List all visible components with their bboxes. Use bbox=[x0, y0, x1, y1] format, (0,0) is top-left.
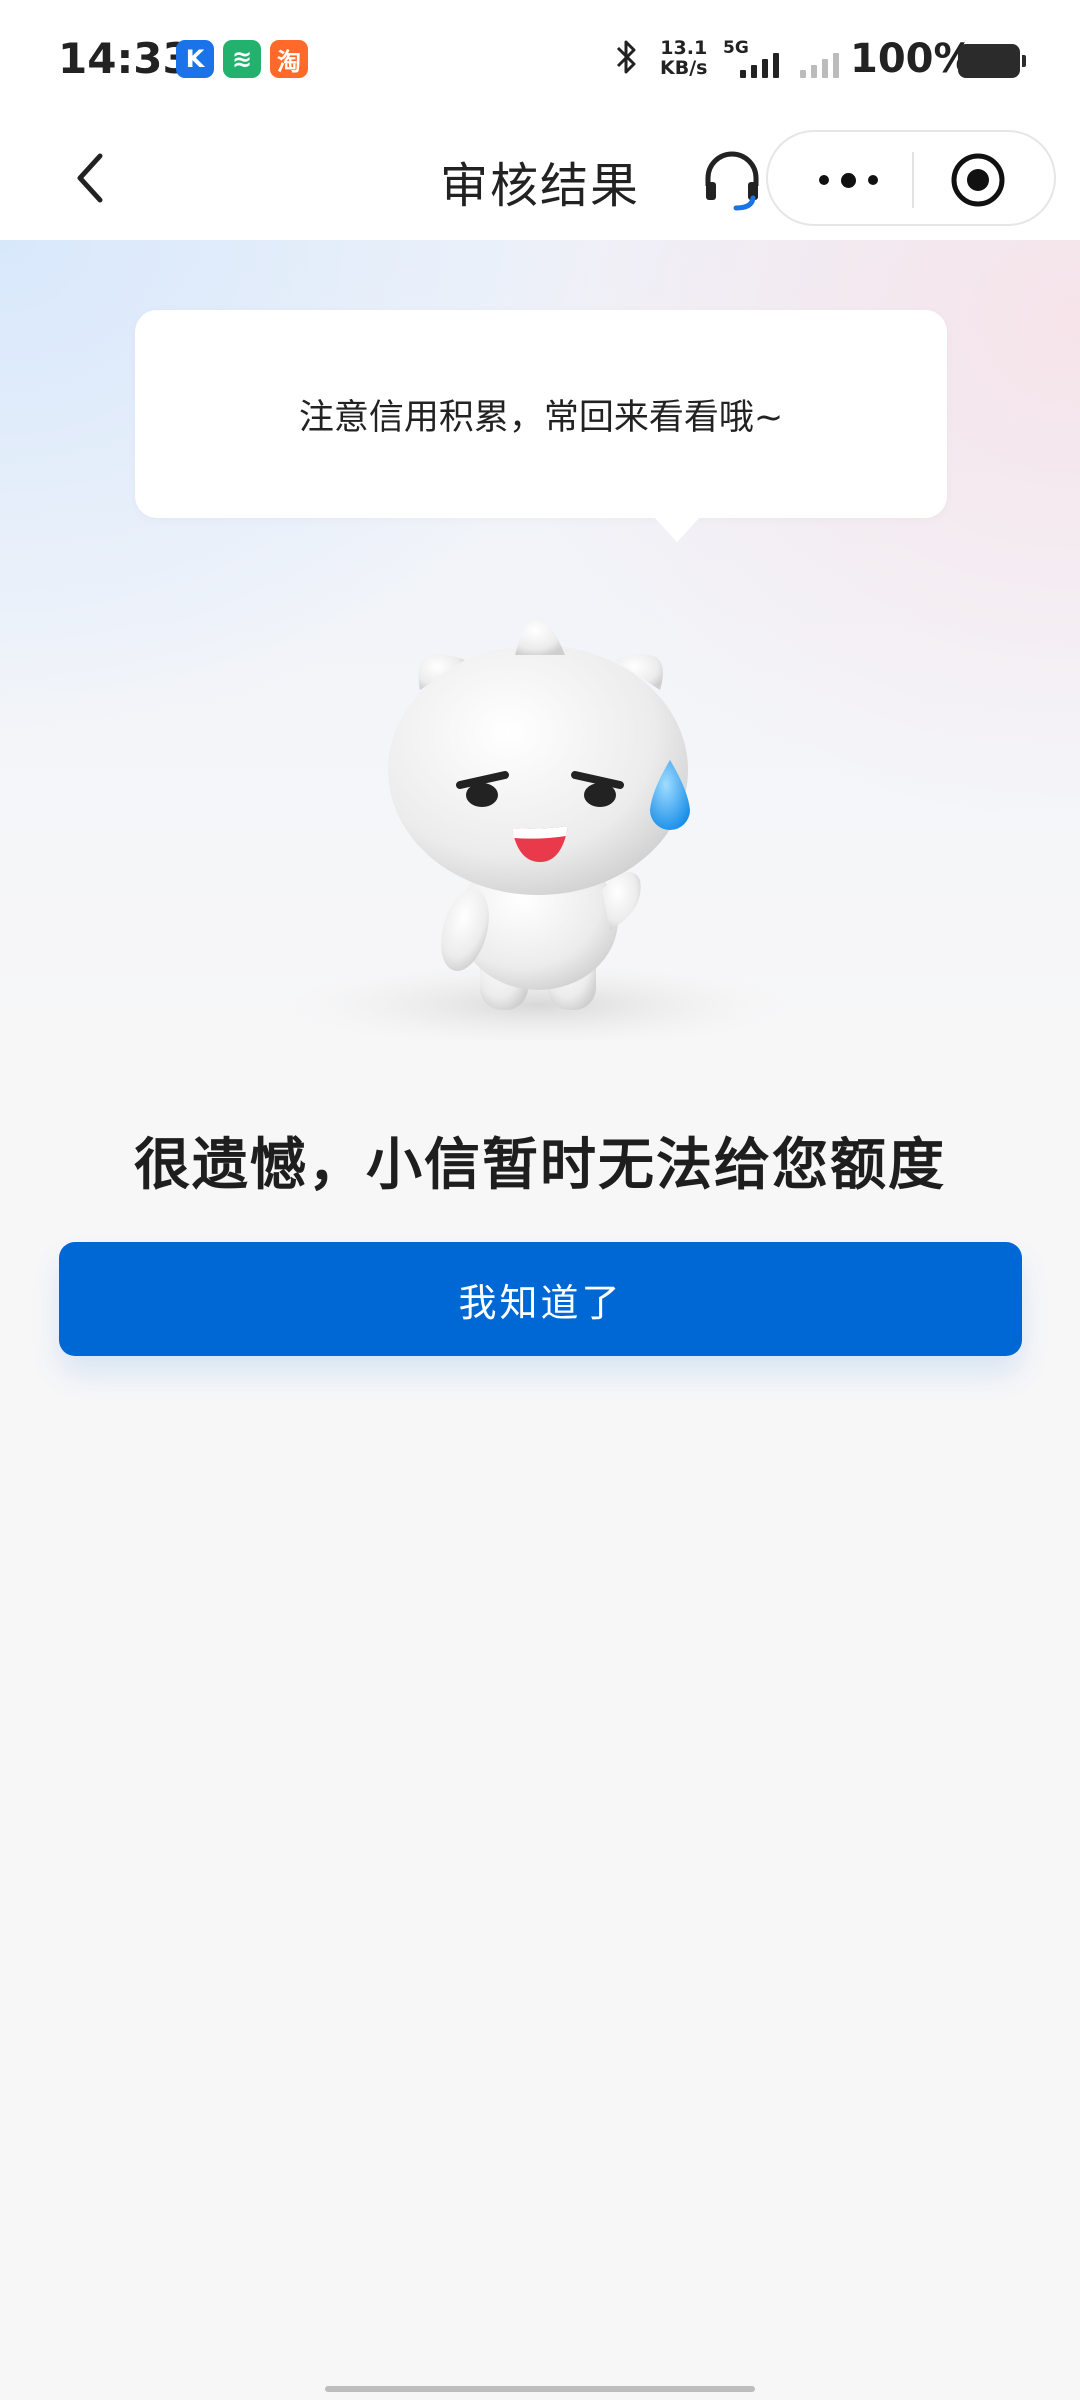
acknowledge-button[interactable]: 我知道了 bbox=[59, 1242, 1022, 1356]
headset-icon bbox=[705, 151, 759, 211]
battery-percent: 100% bbox=[850, 36, 974, 82]
wifi-key-app-icon: ≋ bbox=[223, 40, 261, 78]
capsule-divider bbox=[912, 152, 914, 208]
more-dots-icon bbox=[818, 175, 829, 185]
customer-service-button[interactable] bbox=[700, 148, 764, 212]
speech-bubble: 注意信用积累，常回来看看哦~ bbox=[135, 310, 947, 542]
home-indicator[interactable] bbox=[325, 2386, 755, 2392]
status-time: 14:33 bbox=[58, 34, 192, 83]
close-mini-program-button[interactable] bbox=[948, 150, 1008, 210]
network-speed-unit: KB/s bbox=[660, 57, 708, 79]
status-bar: 14:33 K ≋ 淘 13.1 KB/s 5G 100% bbox=[0, 0, 1080, 118]
more-dots-icon-right bbox=[867, 175, 878, 185]
cat-mascot-illustration bbox=[290, 617, 788, 1040]
battery-icon bbox=[958, 44, 1026, 78]
more-dots-icon-center bbox=[840, 172, 856, 188]
nav-bar: 审核结果 bbox=[0, 118, 1080, 240]
bluetooth-icon bbox=[612, 38, 642, 85]
network-speed: 13.1 KB/s bbox=[660, 38, 707, 78]
taobao-app-icon: 淘 bbox=[270, 40, 308, 78]
more-button[interactable] bbox=[798, 154, 898, 206]
network-speed-value: 13.1 bbox=[660, 37, 708, 59]
target-circle-icon bbox=[951, 153, 1005, 207]
signal-icon-secondary bbox=[800, 52, 839, 78]
signal-icon bbox=[740, 52, 779, 78]
mini-program-capsule bbox=[766, 130, 1056, 226]
speech-bubble-text: 注意信用积累，常回来看看哦~ bbox=[298, 397, 784, 438]
result-title: 很遗憾，小信暂时无法给您额度 bbox=[134, 1133, 946, 1198]
k-app-icon: K bbox=[176, 40, 214, 78]
